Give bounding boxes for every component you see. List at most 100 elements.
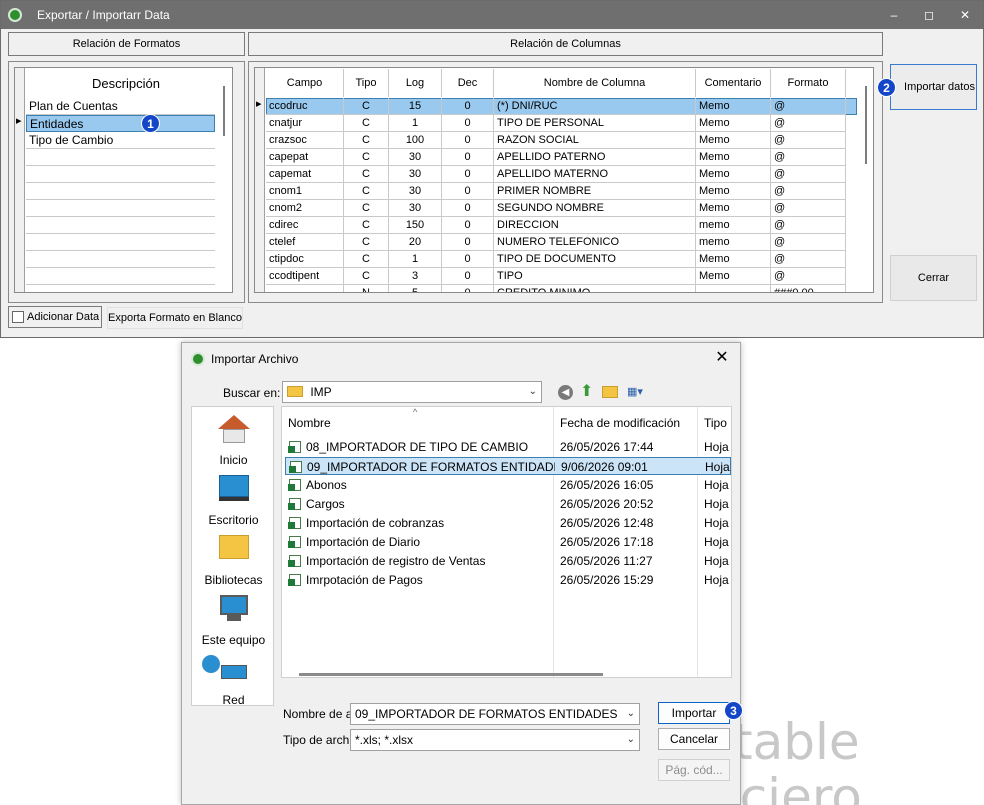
column-header[interactable]: Campo — [266, 69, 344, 97]
grid-cell[interactable]: @ — [771, 115, 846, 132]
file-row[interactable]: Abonos 26/05/2026 16:05 Hoja — [285, 476, 731, 494]
grid-cell[interactable]: C — [344, 115, 389, 132]
file-row[interactable]: 09_IMPORTADOR DE FORMATOS ENTIDADES 9/06/… — [285, 457, 731, 475]
grid-cell[interactable]: 5 — [389, 285, 442, 292]
grid-cell[interactable]: Memo — [696, 132, 771, 149]
grid-cell[interactable]: (*) DNI/RUC — [494, 98, 696, 115]
col-header-name[interactable]: Nombre — [288, 416, 331, 430]
column-header[interactable]: Dec — [442, 69, 494, 97]
grid-cell[interactable]: NUMERO TELEFONICO — [494, 234, 696, 251]
file-row[interactable]: Importación de Diario 26/05/2026 17:18 Hoj… — [285, 533, 731, 551]
grid-cell[interactable]: C — [344, 217, 389, 234]
filename-input[interactable]: 09_IMPORTADOR DE FORMATOS ENTIDADES ⌄ — [350, 703, 640, 725]
grid-cell[interactable]: CREDITO MINIMO — [494, 285, 696, 292]
grid-cell[interactable]: C — [344, 98, 389, 115]
grid-cell[interactable]: 0 — [442, 132, 494, 149]
grid-cell[interactable]: capepat — [266, 149, 344, 166]
minimize-button[interactable]: – — [885, 6, 903, 24]
grid-cell[interactable]: Memo — [696, 166, 771, 183]
grid-cell[interactable]: 1 — [389, 251, 442, 268]
grid-cell[interactable]: cnom1 — [266, 183, 344, 200]
file-row[interactable]: Cargos 26/05/2026 20:52 Hoja — [285, 495, 731, 513]
grid-cell[interactable]: Memo — [696, 251, 771, 268]
col-header-type[interactable]: Tipo — [704, 416, 727, 430]
grid-cell[interactable]: C — [344, 268, 389, 285]
grid-cell[interactable]: ctelef — [266, 234, 344, 251]
grid-cell[interactable]: 0 — [442, 200, 494, 217]
grid-cell[interactable]: 0 — [442, 285, 494, 292]
grid-cell[interactable]: 3 — [389, 268, 442, 285]
grid-cell[interactable]: Memo — [696, 268, 771, 285]
cancel-button[interactable]: Cancelar — [658, 728, 730, 750]
file-row[interactable]: Importación de cobranzas 26/05/2026 12:48… — [285, 514, 731, 532]
columns-scrollbar[interactable] — [865, 86, 867, 164]
grid-cell[interactable]: @ — [771, 268, 846, 285]
column-header[interactable]: Tipo — [344, 69, 389, 97]
grid-cell[interactable]: 0 — [442, 183, 494, 200]
grid-cell[interactable]: C — [344, 200, 389, 217]
grid-cell[interactable]: DIRECCION — [494, 217, 696, 234]
grid-cell[interactable]: 1 — [389, 115, 442, 132]
close-window-button[interactable]: ✕ — [956, 6, 974, 24]
place-bibliotecas[interactable]: Bibliotecas — [192, 535, 275, 587]
place-inicio[interactable]: Inicio — [192, 415, 275, 467]
view-menu-icon[interactable]: ▦▾ — [627, 385, 651, 399]
format-row[interactable] — [26, 268, 215, 285]
grid-cell[interactable]: @ — [771, 234, 846, 251]
format-row[interactable] — [26, 166, 215, 183]
grid-cell[interactable]: @ — [771, 166, 846, 183]
checkbox-box[interactable] — [12, 311, 24, 323]
grid-cell[interactable]: C — [344, 251, 389, 268]
back-icon[interactable]: ◀ — [558, 385, 573, 400]
place-red[interactable]: Red — [192, 655, 275, 707]
col-header-date[interactable]: Fecha de modificación — [560, 416, 680, 430]
format-row[interactable] — [26, 217, 215, 234]
grid-cell[interactable]: SEGUNDO NOMBRE — [494, 200, 696, 217]
grid-cell[interactable]: cnatjur — [266, 115, 344, 132]
grid-cell[interactable]: Memo — [696, 183, 771, 200]
column-header[interactable]: Log — [389, 69, 442, 97]
close-button[interactable]: Cerrar — [890, 255, 977, 301]
grid-cell[interactable]: C — [344, 234, 389, 251]
grid-cell[interactable]: 20 — [389, 234, 442, 251]
add-data-checkbox[interactable]: Adicionar Data — [8, 306, 102, 328]
grid-cell[interactable]: @ — [771, 149, 846, 166]
grid-cell[interactable]: crazsoc — [266, 132, 344, 149]
grid-cell[interactable]: RAZON SOCIAL — [494, 132, 696, 149]
grid-cell[interactable]: 0 — [442, 234, 494, 251]
grid-cell[interactable] — [696, 285, 771, 292]
grid-cell[interactable]: 30 — [389, 183, 442, 200]
grid-cell[interactable]: PRIMER NOMBRE — [494, 183, 696, 200]
grid-cell[interactable]: 100 — [389, 132, 442, 149]
grid-cell[interactable]: Memo — [696, 149, 771, 166]
grid-cell[interactable]: C — [344, 132, 389, 149]
grid-cell[interactable]: C — [344, 183, 389, 200]
format-row[interactable]: Plan de Cuentas — [26, 98, 215, 115]
grid-cell[interactable]: TIPO DE PERSONAL — [494, 115, 696, 132]
grid-cell[interactable]: 30 — [389, 200, 442, 217]
file-row[interactable]: Importación de registro de Ventas 26/05/2… — [285, 552, 731, 570]
grid-cell[interactable]: cnom2 — [266, 200, 344, 217]
formats-scrollbar[interactable] — [223, 86, 225, 136]
import-button[interactable]: Importar — [658, 702, 730, 724]
grid-cell[interactable]: 15 — [389, 98, 442, 115]
grid-cell[interactable]: Memo — [696, 200, 771, 217]
place-este-equipo[interactable]: Este equipo — [192, 595, 275, 647]
grid-cell[interactable]: APELLIDO PATERNO — [494, 149, 696, 166]
grid-cell[interactable]: 0 — [442, 251, 494, 268]
grid-cell[interactable]: N — [344, 285, 389, 292]
grid-cell[interactable]: @ — [771, 98, 846, 115]
grid-cell[interactable]: memo — [696, 234, 771, 251]
grid-cell[interactable]: 150 — [389, 217, 442, 234]
grid-cell[interactable]: 0 — [442, 149, 494, 166]
format-row[interactable]: Tipo de Cambio — [26, 132, 215, 149]
grid-cell[interactable]: Memo — [696, 115, 771, 132]
grid-cell[interactable]: 30 — [389, 166, 442, 183]
grid-cell[interactable]: @ — [771, 183, 846, 200]
format-row[interactable] — [26, 200, 215, 217]
grid-cell[interactable]: 0 — [442, 98, 494, 115]
file-row[interactable]: Imrpotación de Pagos 26/05/2026 15:29 Hoja — [285, 571, 731, 589]
grid-cell[interactable]: 30 — [389, 149, 442, 166]
new-folder-icon[interactable] — [602, 386, 618, 398]
column-header[interactable]: Formato — [771, 69, 846, 97]
